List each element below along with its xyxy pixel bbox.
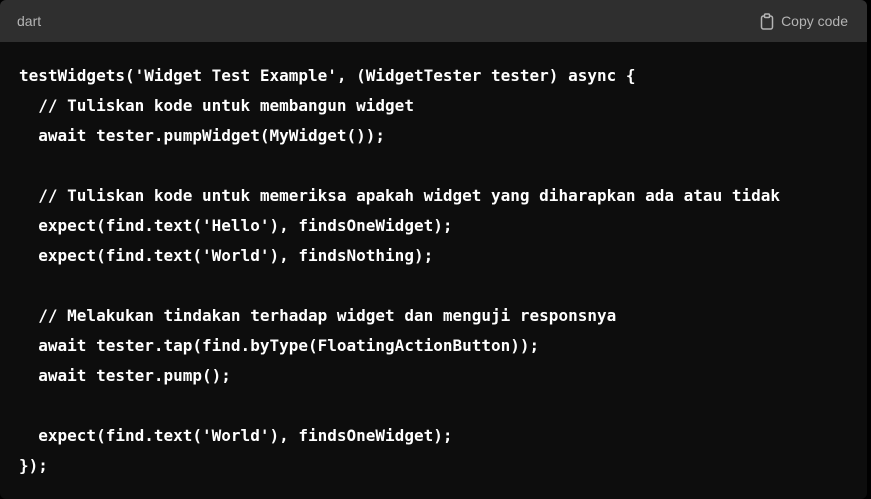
code-block: dart Copy code testWidgets('Widget Test …: [0, 0, 867, 499]
code-line: expect(find.text('Hello'), findsOneWidge…: [19, 216, 453, 235]
copy-code-button[interactable]: Copy code: [759, 12, 848, 30]
language-label: dart: [17, 13, 42, 29]
code-line: // Melakukan tindakan terhadap widget da…: [19, 306, 617, 325]
code-line: testWidgets('Widget Test Example', (Widg…: [19, 66, 636, 85]
code-line: // Tuliskan kode untuk memeriksa apakah …: [19, 186, 780, 205]
code-line: // Tuliskan kode untuk membangun widget: [19, 96, 414, 115]
code-header: dart Copy code: [0, 0, 867, 42]
code-line: expect(find.text('World'), findsOneWidge…: [19, 426, 453, 445]
clipboard-icon: [759, 12, 775, 30]
code-line: });: [19, 456, 48, 475]
code-body: testWidgets('Widget Test Example', (Widg…: [0, 42, 867, 481]
code-line: await tester.tap(find.byType(FloatingAct…: [19, 336, 540, 355]
code-line: await tester.pumpWidget(MyWidget());: [19, 126, 386, 145]
copy-code-label: Copy code: [781, 13, 848, 29]
code-line: expect(find.text('World'), findsNothing)…: [19, 246, 434, 265]
code-line: await tester.pump();: [19, 366, 231, 385]
